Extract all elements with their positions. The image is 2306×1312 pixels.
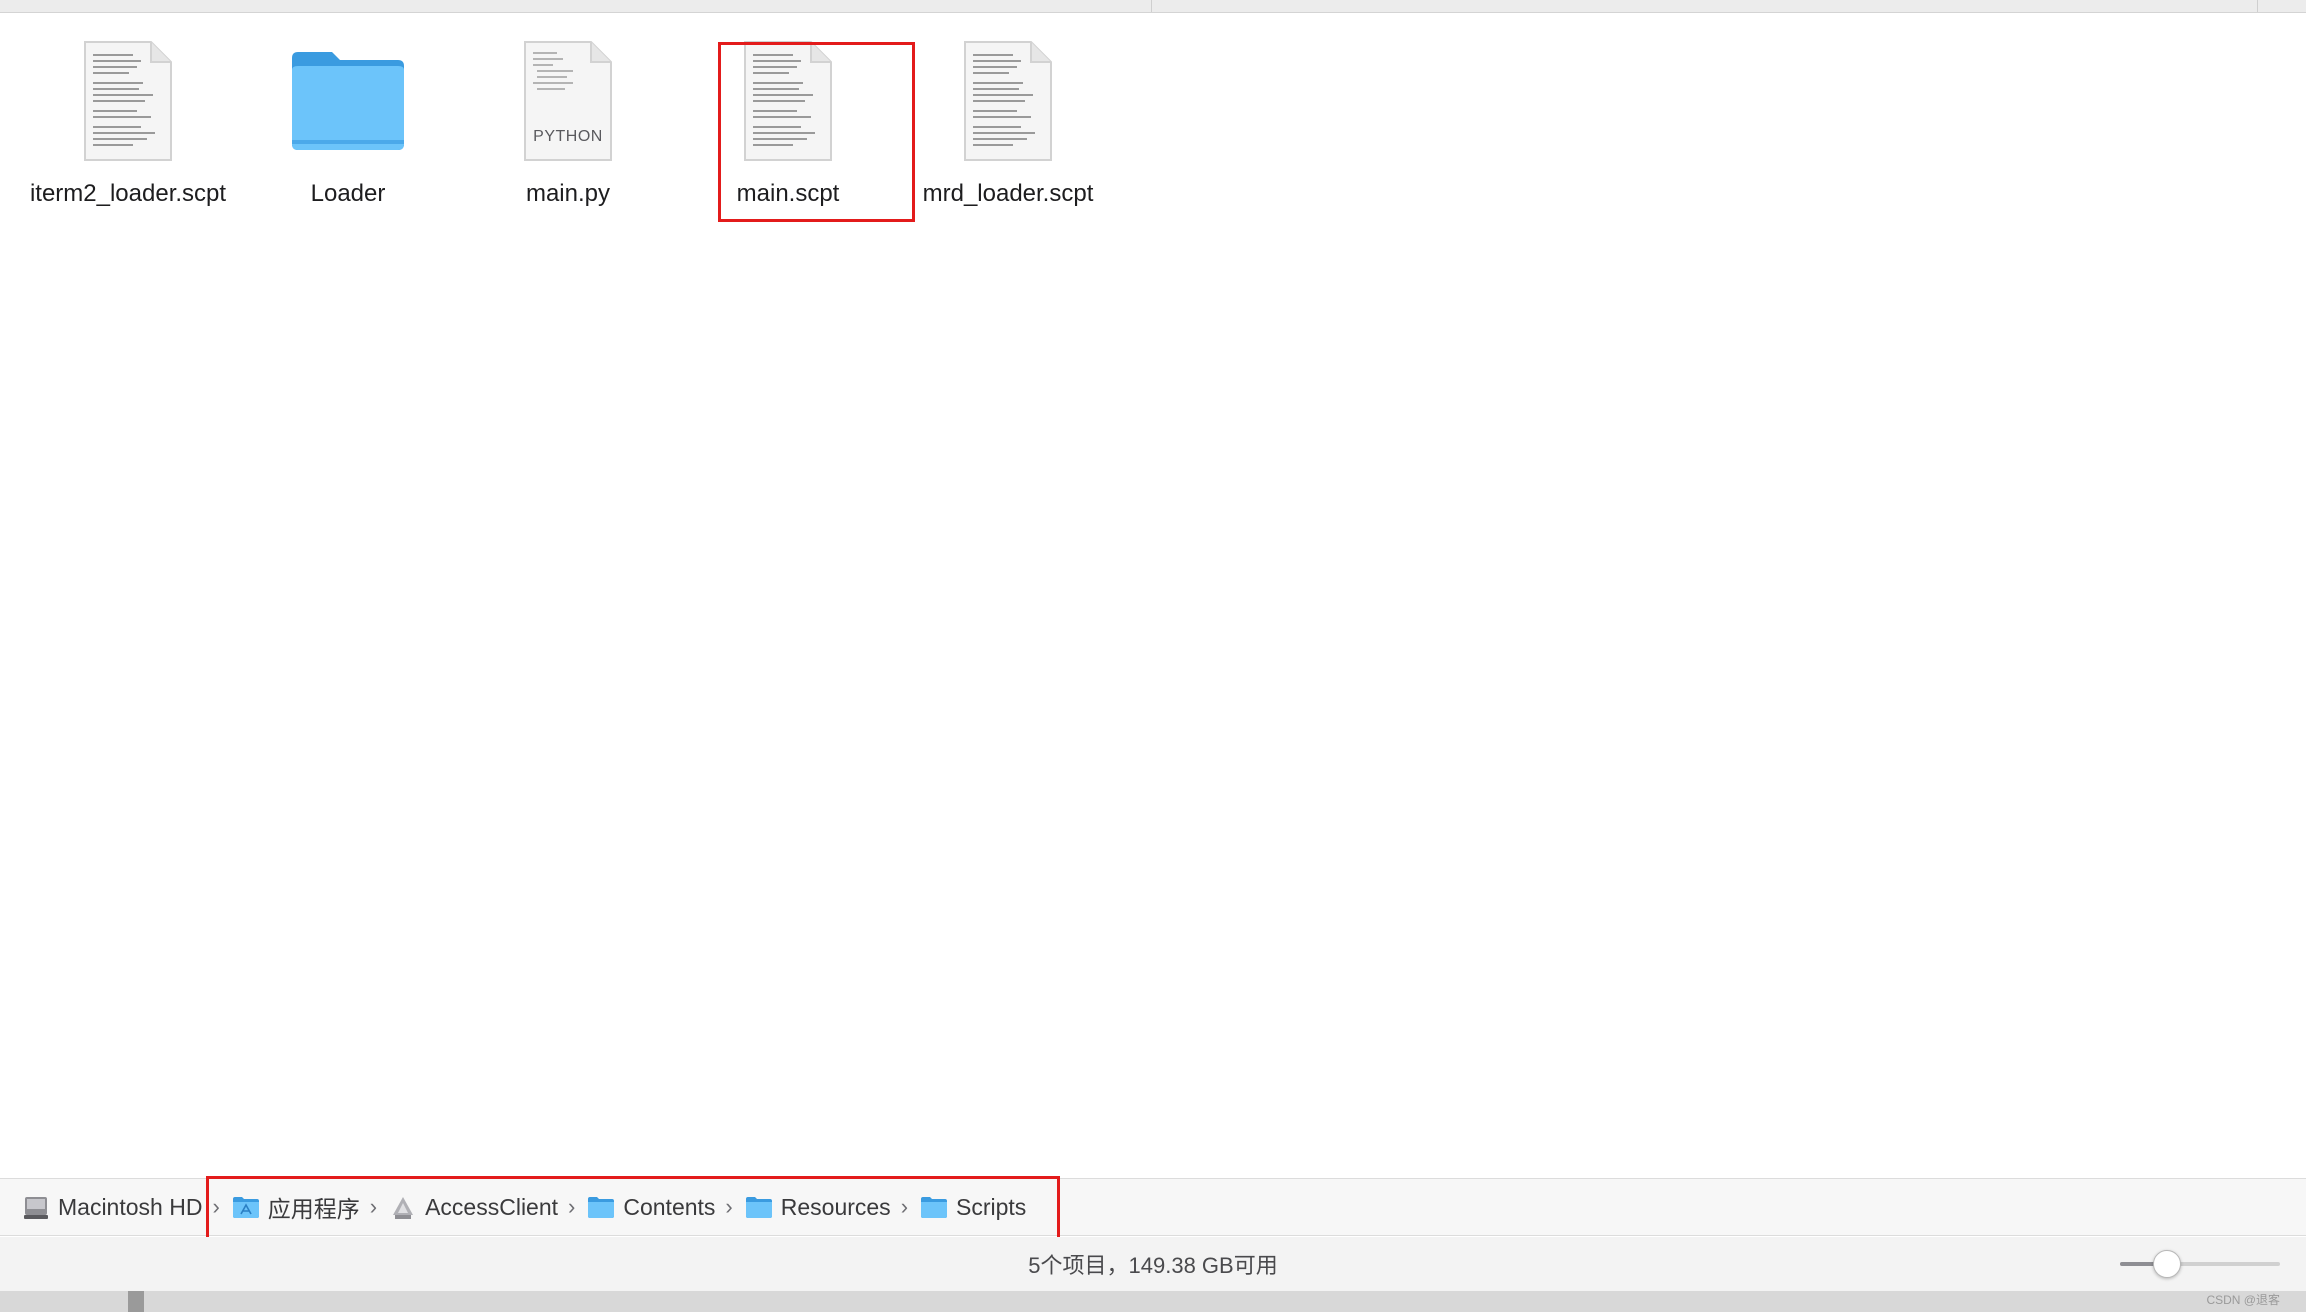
- file-name: main.scpt: [736, 180, 840, 207]
- crumb-label: AccessClient: [425, 1193, 559, 1220]
- file-item-main-py[interactable]: PYTHON main.py: [458, 40, 678, 210]
- file-item-main-scpt[interactable]: main.scpt: [678, 40, 898, 210]
- crumb-resources[interactable]: Resources: [745, 1194, 891, 1221]
- file-item-loader[interactable]: Loader: [238, 40, 458, 210]
- folder-icon: [745, 1195, 773, 1219]
- status-bar: 5个项目，149.38 GB可用: [0, 1237, 2306, 1291]
- script-document-icon: [961, 40, 1055, 164]
- column-divider-right[interactable]: [2257, 0, 2258, 12]
- crumb-applications[interactable]: 应用程序: [232, 1190, 360, 1224]
- crumb-accessclient[interactable]: AccessClient: [389, 1194, 558, 1221]
- file-name: main.py: [525, 180, 611, 207]
- crumb-contents[interactable]: Contents: [587, 1194, 715, 1221]
- column-divider[interactable]: [1151, 0, 1152, 12]
- watermark: CSDN @退客: [2206, 1293, 2280, 1307]
- crumb-label: Macintosh HD: [58, 1193, 203, 1220]
- crumb-macintosh-hd[interactable]: Macintosh HD: [22, 1194, 202, 1221]
- slider-knob[interactable]: [2153, 1250, 2181, 1278]
- script-document-icon: [741, 40, 835, 164]
- python-document-icon: PYTHON: [521, 40, 615, 164]
- status-text: 5个项目，149.38 GB可用: [1028, 1253, 1278, 1278]
- scroll-segment[interactable]: [128, 1291, 144, 1312]
- crumb-separator: ›: [725, 1194, 733, 1219]
- crumb-separator: ›: [568, 1194, 576, 1219]
- finder-window: iterm2_loader.scpt Loader PYTHON main.py…: [0, 0, 2306, 1312]
- app-icon: [389, 1195, 417, 1219]
- crumb-separator: ›: [212, 1194, 220, 1219]
- file-item-mrd-loader[interactable]: mrd_loader.scpt: [898, 40, 1118, 210]
- crumb-label: Scripts: [956, 1193, 1027, 1220]
- crumb-scripts[interactable]: Scripts: [920, 1194, 1026, 1221]
- crumb-label: Resources: [780, 1193, 891, 1220]
- crumb-label: Contents: [623, 1193, 716, 1220]
- file-name: iterm2_loader.scpt: [29, 180, 227, 207]
- crumb-separator: ›: [900, 1194, 909, 1219]
- bottom-strip: CSDN @退客: [0, 1291, 2306, 1312]
- applications-folder-icon: [232, 1195, 260, 1219]
- script-document-icon: [81, 40, 175, 164]
- folder-icon: [920, 1195, 948, 1219]
- crumb-separator: ›: [369, 1194, 378, 1219]
- path-bar: Macintosh HD › 应用程序 › AccessClient › Con…: [0, 1178, 2306, 1236]
- file-item-iterm2-loader[interactable]: iterm2_loader.scpt: [18, 40, 238, 210]
- toolbar-strip: [0, 0, 2306, 13]
- folder-icon: [288, 40, 408, 164]
- file-name: mrd_loader.scpt: [922, 180, 1094, 207]
- crumb-label: 应用程序: [267, 1196, 360, 1222]
- folder-icon: [587, 1195, 615, 1219]
- file-name: Loader: [310, 180, 386, 207]
- icon-size-slider[interactable]: [2120, 1250, 2280, 1278]
- hard-drive-icon: [22, 1195, 50, 1219]
- python-badge: PYTHON: [533, 128, 603, 145]
